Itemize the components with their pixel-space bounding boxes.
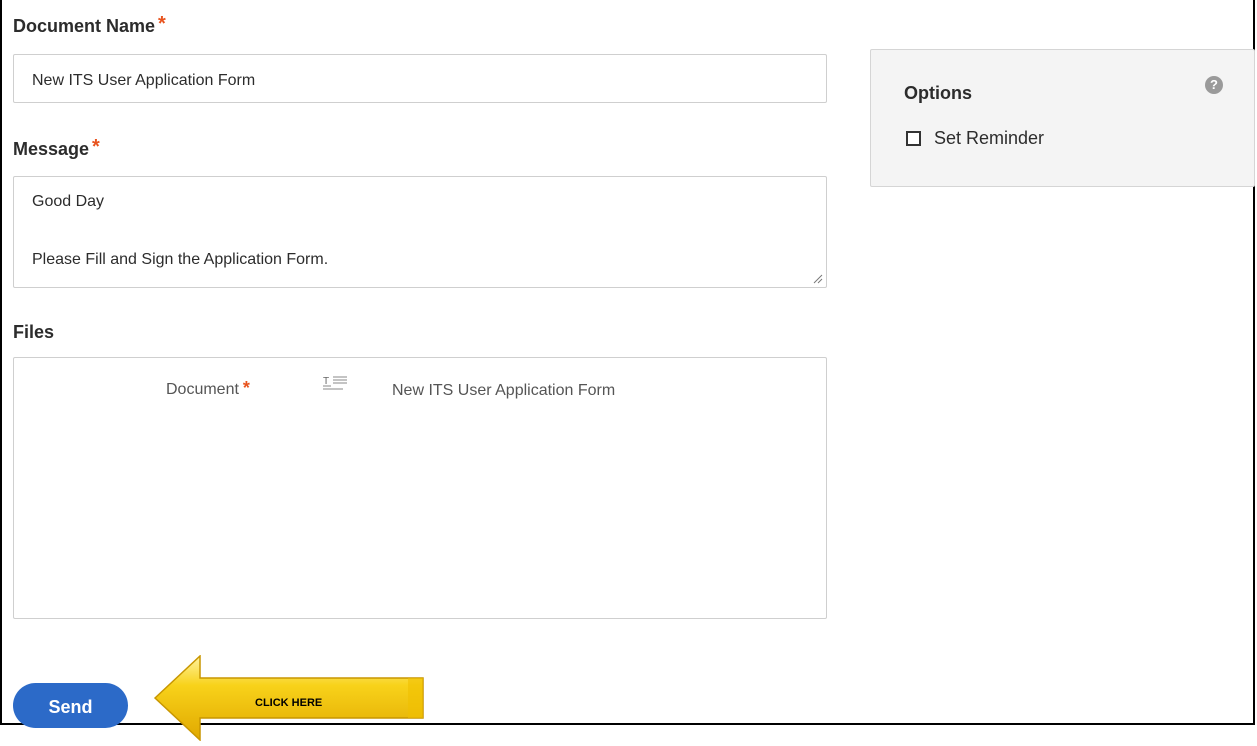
text-field-icon[interactable]: T <box>323 375 347 395</box>
required-asterisk: * <box>158 13 166 35</box>
options-panel: Options ? Set Reminder <box>870 49 1255 187</box>
arrow-annotation-text: CLICK HERE <box>255 697 323 709</box>
file-document-label: Document * <box>166 378 250 399</box>
file-name[interactable]: New ITS User Application Form <box>392 378 652 404</box>
files-list: Document * T New ITS User Application For… <box>13 357 827 619</box>
required-asterisk: * <box>92 136 100 158</box>
file-document-label-text: Document <box>166 381 239 398</box>
message-textarea[interactable]: Good Day Please Fill and Sign the Applic… <box>13 176 827 288</box>
set-reminder-checkbox[interactable] <box>906 131 921 146</box>
required-asterisk: * <box>242 378 250 398</box>
message-label: Message * <box>13 136 100 160</box>
send-button[interactable]: Send <box>13 683 128 728</box>
files-label: Files <box>13 322 55 342</box>
document-name-input[interactable]: New ITS User Application Form <box>13 54 827 103</box>
message-line-2: Please Fill and Sign the Application For… <box>32 251 329 268</box>
message-line-1: Good Day <box>32 193 105 210</box>
help-icon[interactable]: ? <box>1205 76 1223 94</box>
options-title: Options <box>904 83 972 103</box>
document-name-value: New ITS User Application Form <box>32 72 256 89</box>
click-here-arrow-annotation: CLICK HERE <box>153 654 425 742</box>
message-label-text: Message <box>13 139 90 159</box>
document-name-label: Document Name * <box>13 13 166 37</box>
set-reminder-label: Set Reminder <box>934 128 1045 148</box>
resize-handle-icon[interactable] <box>813 274 823 284</box>
send-form-panel: Document Name * New ITS User Application … <box>0 0 1255 725</box>
set-reminder-option[interactable]: Set Reminder <box>906 128 1044 149</box>
svg-text:T: T <box>323 376 329 387</box>
document-name-label-text: Document Name <box>13 16 156 36</box>
